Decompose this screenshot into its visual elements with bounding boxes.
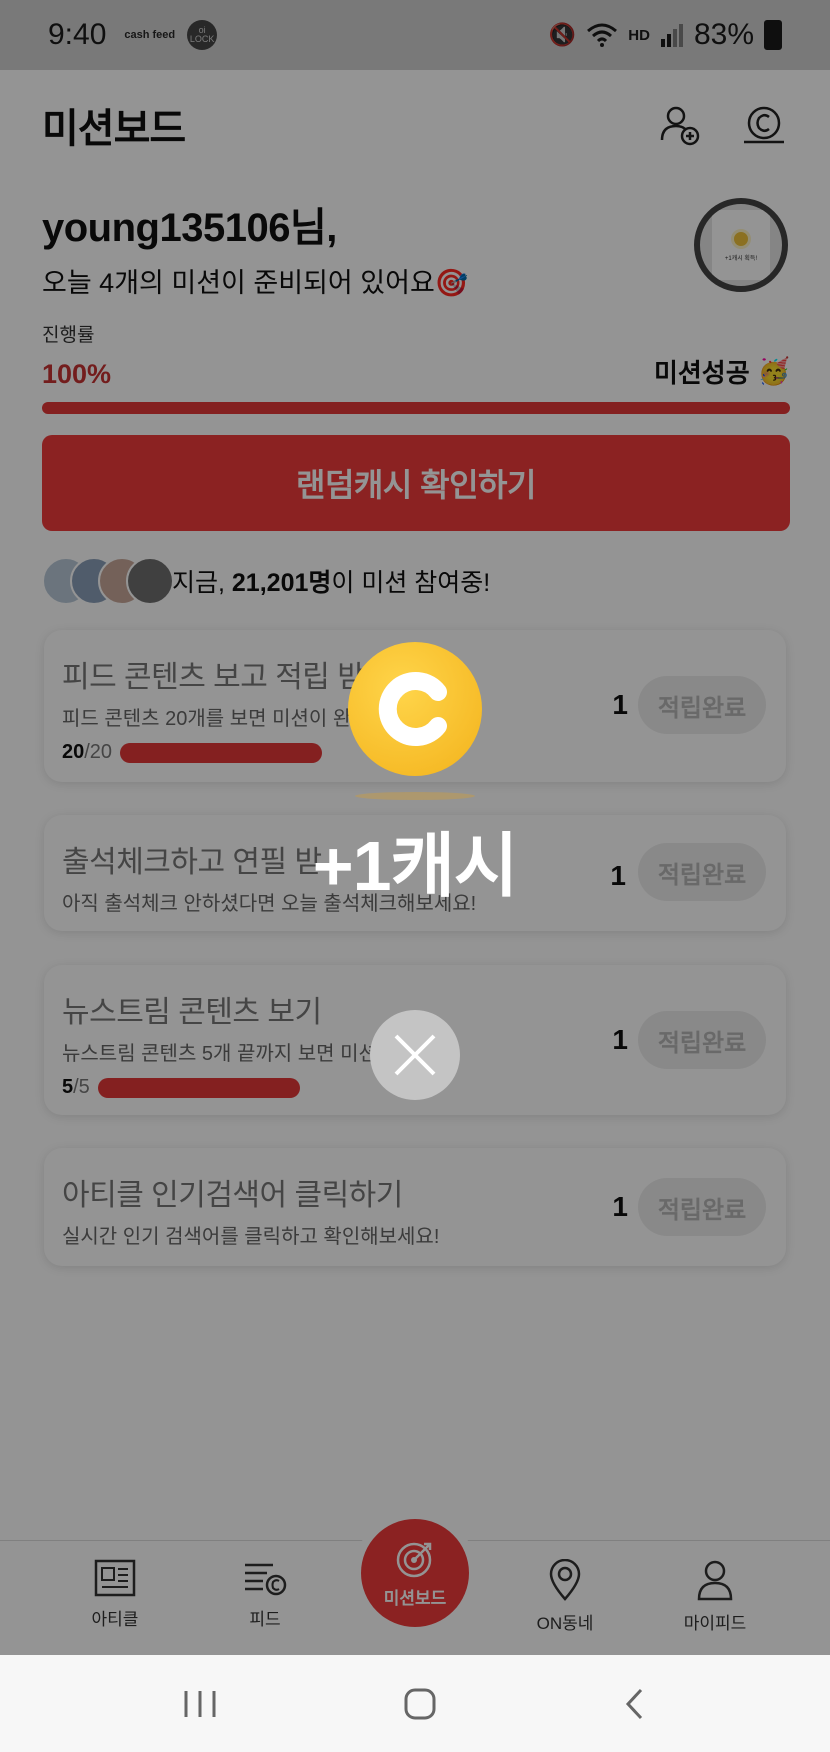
back-icon[interactable] xyxy=(623,1687,647,1721)
coin-shadow xyxy=(355,792,475,800)
close-button[interactable] xyxy=(370,1010,460,1100)
status-bar-dim xyxy=(0,0,830,70)
recent-apps-icon[interactable] xyxy=(183,1689,217,1719)
reward-text: +1캐시 xyxy=(312,827,519,905)
coin-icon xyxy=(348,642,482,776)
system-navigation-bar xyxy=(0,1655,830,1752)
close-icon xyxy=(394,1034,436,1076)
home-icon[interactable] xyxy=(403,1687,437,1721)
